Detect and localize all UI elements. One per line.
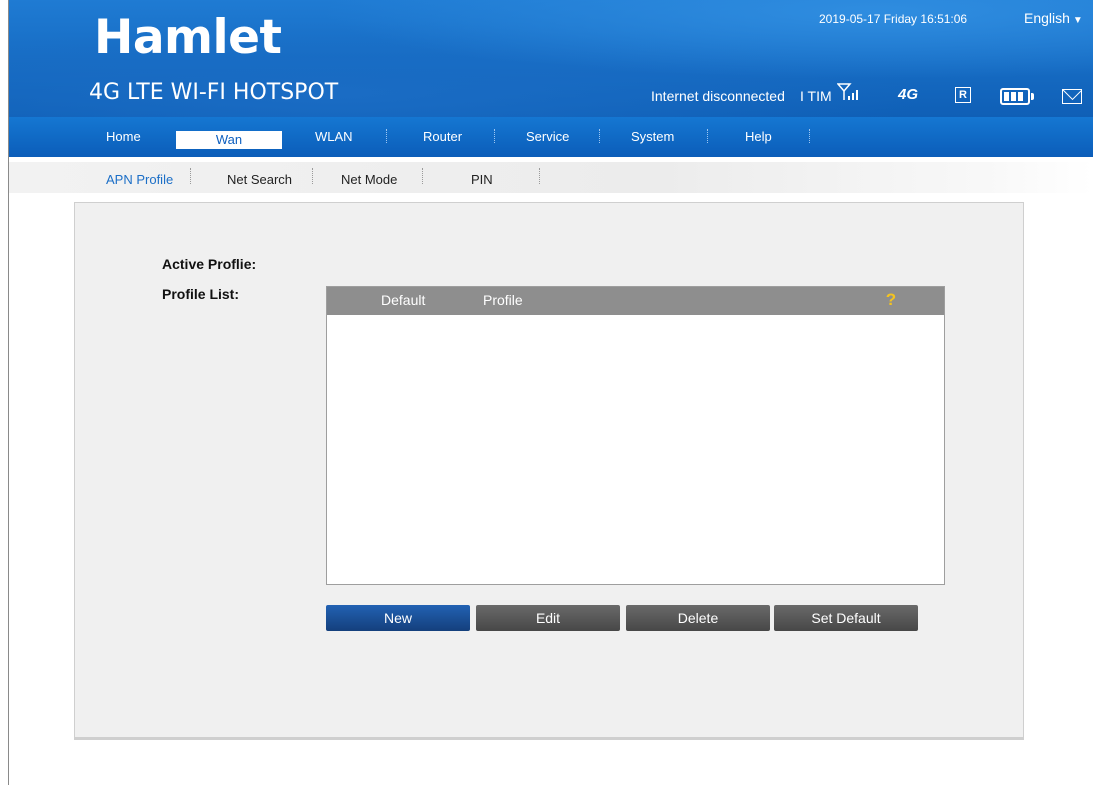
subnav-separator: [190, 168, 191, 184]
profile-list-table[interactable]: Default Profile ?: [326, 286, 945, 585]
signal-icon: [836, 82, 861, 102]
connection-status: Internet disconnected: [651, 88, 785, 104]
header-banner: Hamlet 4G LTE WI-FI HOTSPOT 2019-05-17 F…: [9, 0, 1093, 117]
caret-down-icon: ▼: [1072, 15, 1083, 26]
product-subtitle: 4G LTE WI-FI HOTSPOT: [89, 80, 339, 105]
nav-wlan[interactable]: WLAN: [315, 129, 353, 144]
column-profile: Profile: [483, 292, 523, 308]
nav-separator: [809, 129, 810, 143]
subnav-separator: [422, 168, 423, 184]
battery-icon: [1000, 88, 1034, 105]
main-nav: Home Wan WLAN Router Service System Help: [9, 117, 1093, 157]
nav-wan-label: Wan: [215, 132, 243, 147]
subnav-net-search[interactable]: Net Search: [227, 172, 292, 187]
panel-shadow: [74, 737, 1024, 740]
network-4g-icon: 4G: [898, 86, 919, 103]
delete-button[interactable]: Delete: [626, 605, 770, 631]
nav-separator: [707, 129, 708, 143]
profile-list-header: Default Profile ?: [327, 287, 944, 315]
new-button[interactable]: New: [326, 605, 470, 631]
roaming-icon: R: [955, 87, 971, 103]
language-label: English: [1024, 10, 1070, 26]
datetime-display: 2019-05-17 Friday 16:51:06: [819, 12, 968, 26]
mail-icon[interactable]: [1062, 89, 1082, 104]
active-profile-label: Active Proflie:: [162, 256, 257, 272]
nav-separator: [599, 129, 600, 143]
help-icon[interactable]: ?: [882, 290, 900, 310]
subnav-net-mode[interactable]: Net Mode: [341, 172, 397, 187]
nav-wan[interactable]: Wan: [176, 131, 282, 149]
brand-logo: Hamlet: [94, 10, 282, 65]
subnav-apn-profile[interactable]: APN Profile: [106, 172, 173, 187]
edit-button[interactable]: Edit: [476, 605, 620, 631]
nav-help[interactable]: Help: [745, 129, 772, 144]
carrier-name: I TIM: [800, 88, 832, 104]
column-default: Default: [381, 292, 426, 308]
nav-home[interactable]: Home: [106, 129, 141, 144]
nav-service[interactable]: Service: [526, 129, 569, 144]
nav-separator: [386, 129, 387, 143]
subnav-separator: [539, 168, 540, 184]
profile-list-label: Profile List:: [162, 286, 240, 302]
subnav-separator: [312, 168, 313, 184]
subnav-pin[interactable]: PIN: [471, 172, 493, 187]
language-selector[interactable]: English ▼: [1024, 10, 1083, 26]
nav-router[interactable]: Router: [423, 129, 462, 144]
nav-system[interactable]: System: [631, 129, 674, 144]
set-default-button[interactable]: Set Default: [774, 605, 918, 631]
nav-separator: [494, 129, 495, 143]
sub-nav: APN Profile Net Search Net Mode PIN: [9, 162, 1093, 193]
